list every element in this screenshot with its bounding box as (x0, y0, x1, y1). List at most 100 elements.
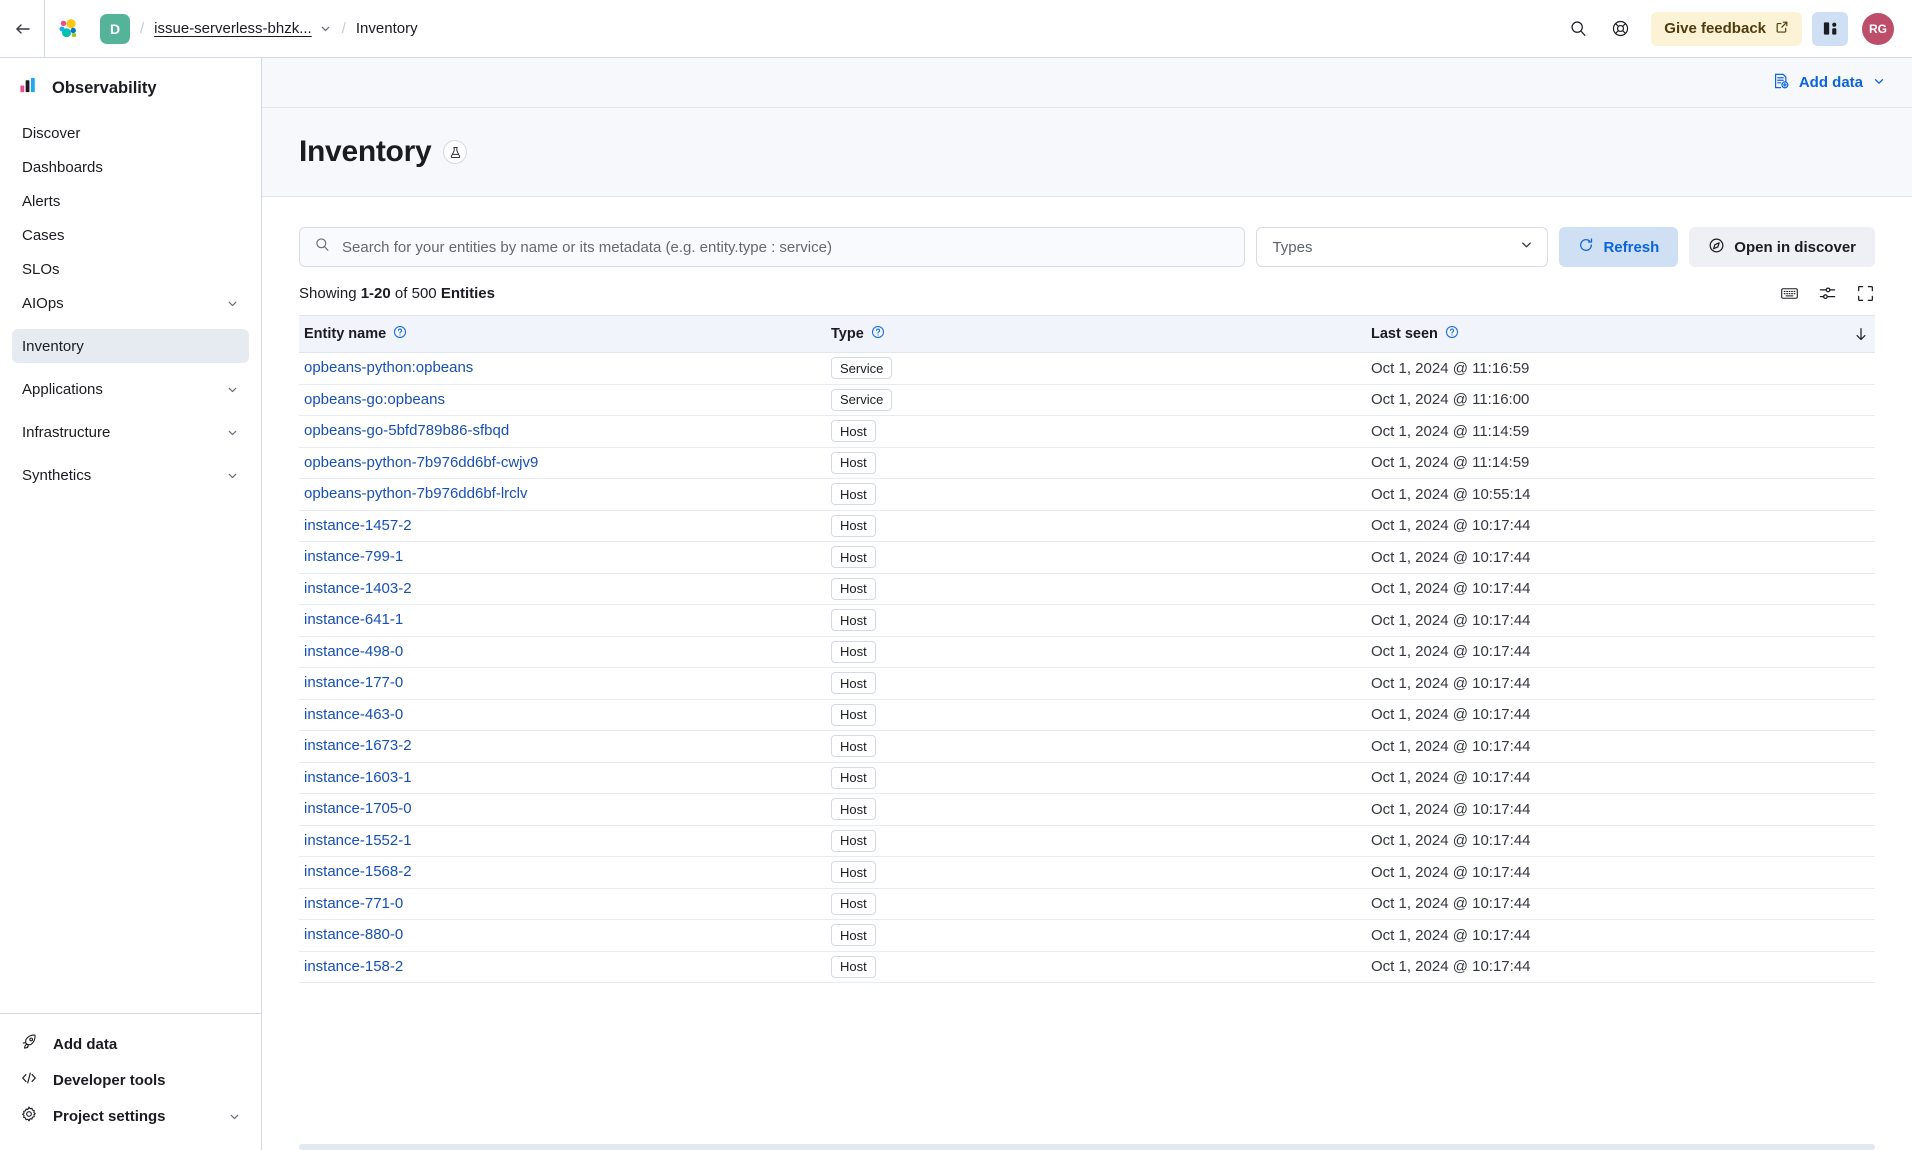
table-row[interactable]: instance-498-0HostOct 1, 2024 @ 10:17:44 (299, 637, 1875, 669)
type-badge[interactable]: Host (831, 609, 876, 631)
table-row[interactable]: instance-771-0HostOct 1, 2024 @ 10:17:44 (299, 889, 1875, 921)
table-row[interactable]: opbeans-python-7b976dd6bf-cwjv9HostOct 1… (299, 448, 1875, 480)
entity-name-link[interactable]: opbeans-go-5bfd789b86-sfbqd (304, 422, 509, 439)
entity-name-link[interactable]: instance-1603-1 (304, 769, 412, 786)
keyboard-shortcuts-icon[interactable] (1780, 284, 1799, 303)
table-row[interactable]: instance-1457-2HostOct 1, 2024 @ 10:17:4… (299, 511, 1875, 543)
panel-layout-icon[interactable] (1812, 12, 1848, 46)
type-badge[interactable]: Host (831, 735, 876, 757)
avatar[interactable]: RG (1862, 13, 1894, 45)
type-badge[interactable]: Host (831, 798, 876, 820)
type-badge[interactable]: Host (831, 704, 876, 726)
add-data-button[interactable]: Add data (1772, 72, 1886, 94)
search-box[interactable] (299, 227, 1245, 267)
entity-name-link[interactable]: instance-463-0 (304, 706, 403, 723)
help-lifebuoy-icon[interactable] (1603, 12, 1637, 46)
sidebar-item-cases[interactable]: Cases (12, 218, 249, 252)
table-row[interactable]: instance-463-0HostOct 1, 2024 @ 10:17:44 (299, 700, 1875, 732)
type-badge[interactable]: Host (831, 956, 876, 978)
sidebar-item-alerts[interactable]: Alerts (12, 184, 249, 218)
breadcrumb-project-link[interactable]: issue-serverless-bhzk... (154, 20, 312, 37)
entity-name-link[interactable]: instance-158-2 (304, 958, 403, 975)
entity-name-link[interactable]: instance-1403-2 (304, 580, 412, 597)
give-feedback-button[interactable]: Give feedback (1651, 12, 1802, 46)
sidebar-item-developer-tools[interactable]: Developer tools (12, 1062, 249, 1098)
entity-name-link[interactable]: opbeans-python:opbeans (304, 359, 473, 376)
entity-name-link[interactable]: opbeans-go:opbeans (304, 391, 445, 408)
refresh-button[interactable]: Refresh (1559, 227, 1678, 267)
elastic-logo[interactable] (45, 0, 91, 58)
column-header-entity-name[interactable]: Entity name (299, 325, 831, 343)
entity-name-link[interactable]: instance-1568-2 (304, 863, 412, 880)
table-row[interactable]: instance-1403-2HostOct 1, 2024 @ 10:17:4… (299, 574, 1875, 606)
sidebar-item-aiops[interactable]: AIOps (12, 286, 249, 320)
table-row[interactable]: instance-158-2HostOct 1, 2024 @ 10:17:44 (299, 952, 1875, 984)
type-badge[interactable]: Host (831, 672, 876, 694)
sidebar-item-infrastructure[interactable]: Infrastructure (12, 415, 249, 449)
table-row[interactable]: instance-1552-1HostOct 1, 2024 @ 10:17:4… (299, 826, 1875, 858)
help-icon[interactable] (871, 325, 885, 343)
entity-name-link[interactable]: instance-1457-2 (304, 517, 412, 534)
help-icon[interactable] (393, 325, 407, 343)
table-row[interactable]: instance-799-1HostOct 1, 2024 @ 10:17:44 (299, 542, 1875, 574)
sort-descending-arrow-icon[interactable] (1853, 326, 1875, 342)
type-badge[interactable]: Host (831, 830, 876, 852)
types-filter-select[interactable]: Types (1256, 227, 1548, 267)
entity-name-link[interactable]: instance-177-0 (304, 674, 403, 691)
table-row[interactable]: opbeans-python:opbeansServiceOct 1, 2024… (299, 353, 1875, 385)
fullscreen-icon[interactable] (1856, 284, 1875, 303)
horizontal-scrollbar[interactable] (299, 1141, 1875, 1150)
type-badge[interactable]: Service (831, 357, 892, 379)
table-row[interactable]: instance-1673-2HostOct 1, 2024 @ 10:17:4… (299, 731, 1875, 763)
entity-name-link[interactable]: opbeans-python-7b976dd6bf-lrclv (304, 485, 527, 502)
type-badge[interactable]: Host (831, 546, 876, 568)
table-row[interactable]: instance-641-1HostOct 1, 2024 @ 10:17:44 (299, 605, 1875, 637)
type-badge[interactable]: Host (831, 483, 876, 505)
type-badge[interactable]: Host (831, 861, 876, 883)
collapse-sidebar-icon[interactable] (0, 0, 44, 58)
type-badge[interactable]: Host (831, 767, 876, 789)
type-badge[interactable]: Host (831, 452, 876, 474)
entity-name-link[interactable]: instance-1673-2 (304, 737, 412, 754)
scrollbar-track[interactable] (299, 1144, 1875, 1150)
type-badge[interactable]: Host (831, 420, 876, 442)
table-row[interactable]: instance-1603-1HostOct 1, 2024 @ 10:17:4… (299, 763, 1875, 795)
sidebar-item-add-data[interactable]: Add data (12, 1026, 249, 1062)
type-badge[interactable]: Host (831, 515, 876, 537)
beaker-icon[interactable] (443, 140, 467, 164)
entity-name-link[interactable]: instance-498-0 (304, 643, 403, 660)
breadcrumb-chevron-down-icon[interactable] (319, 22, 332, 35)
entity-name-link[interactable]: instance-641-1 (304, 611, 403, 628)
type-badge[interactable]: Service (831, 389, 892, 411)
sidebar-item-discover[interactable]: Discover (12, 116, 249, 150)
open-in-discover-button[interactable]: Open in discover (1689, 227, 1875, 267)
column-header-type[interactable]: Type (831, 325, 1371, 343)
sidebar-item-inventory[interactable]: Inventory (12, 329, 249, 363)
display-options-icon[interactable] (1818, 284, 1837, 303)
type-badge[interactable]: Host (831, 924, 876, 946)
column-header-last-seen[interactable]: Last seen (1371, 325, 1875, 343)
table-row[interactable]: opbeans-go-5bfd789b86-sfbqdHostOct 1, 20… (299, 416, 1875, 448)
type-badge[interactable]: Host (831, 893, 876, 915)
search-icon[interactable] (1561, 12, 1595, 46)
entity-name-link[interactable]: opbeans-python-7b976dd6bf-cwjv9 (304, 454, 538, 471)
entity-name-link[interactable]: instance-880-0 (304, 926, 403, 943)
entity-name-link[interactable]: instance-1705-0 (304, 800, 412, 817)
help-icon[interactable] (1445, 325, 1459, 343)
sidebar-item-applications[interactable]: Applications (12, 372, 249, 406)
sidebar-solution-header[interactable]: Observability (0, 58, 261, 116)
sidebar-item-synthetics[interactable]: Synthetics (12, 458, 249, 492)
table-row[interactable]: instance-1705-0HostOct 1, 2024 @ 10:17:4… (299, 794, 1875, 826)
table-row[interactable]: opbeans-go:opbeansServiceOct 1, 2024 @ 1… (299, 385, 1875, 417)
entity-name-link[interactable]: instance-771-0 (304, 895, 403, 912)
entity-name-link[interactable]: instance-1552-1 (304, 832, 412, 849)
sidebar-item-dashboards[interactable]: Dashboards (12, 150, 249, 184)
space-avatar[interactable]: D (100, 14, 130, 44)
sidebar-item-slos[interactable]: SLOs (12, 252, 249, 286)
type-badge[interactable]: Host (831, 578, 876, 600)
sidebar-item-project-settings[interactable]: Project settings (12, 1098, 249, 1134)
table-row[interactable]: instance-1568-2HostOct 1, 2024 @ 10:17:4… (299, 857, 1875, 889)
table-row[interactable]: opbeans-python-7b976dd6bf-lrclvHostOct 1… (299, 479, 1875, 511)
search-input[interactable] (342, 239, 1230, 256)
entity-name-link[interactable]: instance-799-1 (304, 548, 403, 565)
